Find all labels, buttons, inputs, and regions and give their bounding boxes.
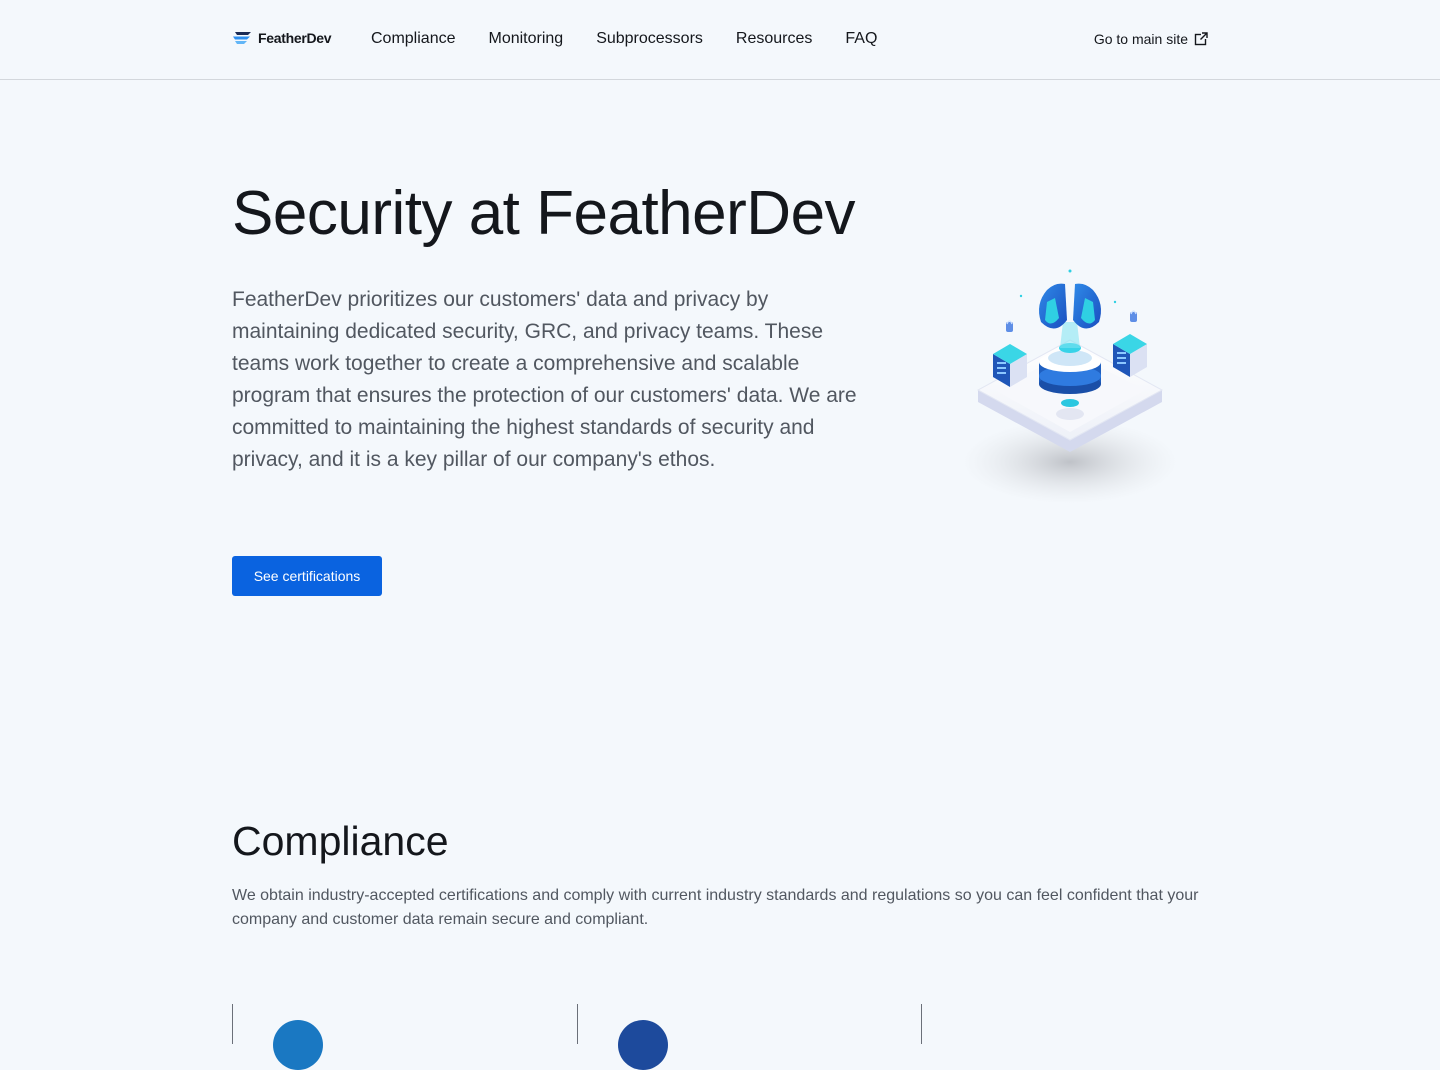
- compliance-section-description: We obtain industry-accepted certificatio…: [232, 887, 1199, 928]
- nav-item-subprocessors[interactable]: Subprocessors: [596, 30, 703, 48]
- top-nav-bar: FeatherDev Compliance Monitoring Subproc…: [0, 0, 1440, 80]
- nav-item-monitoring[interactable]: Monitoring: [488, 30, 563, 48]
- external-link-icon: [1194, 32, 1208, 46]
- hero-title: Security at FeatherDev: [232, 179, 856, 248]
- certification-card[interactable]: [577, 1004, 922, 1070]
- compliance-section-title: Compliance: [232, 818, 449, 864]
- hero-description: FeatherDev prioritizes our customers' da…: [232, 288, 857, 471]
- certification-card[interactable]: [232, 1004, 577, 1070]
- nav-item-faq[interactable]: FAQ: [845, 30, 877, 48]
- main-site-label: Go to main site: [1093, 31, 1188, 47]
- nav-item-compliance[interactable]: Compliance: [371, 30, 455, 48]
- certification-badge-icon: [618, 1020, 668, 1070]
- nav-item-resources[interactable]: Resources: [736, 30, 812, 48]
- see-certifications-button[interactable]: See certifications: [232, 556, 382, 596]
- logo-link[interactable]: FeatherDev: [232, 29, 332, 47]
- go-to-main-site-link[interactable]: Go to main site: [1094, 31, 1208, 47]
- certification-card[interactable]: [921, 1004, 1266, 1044]
- featherdev-logo-icon: [233, 32, 251, 44]
- security-platform-illustration-icon: [962, 269, 1178, 504]
- main-nav: Compliance Monitoring Subprocessors Reso…: [371, 30, 910, 48]
- logo-text: FeatherDev: [258, 30, 332, 46]
- certification-badge-icon: [273, 1020, 323, 1070]
